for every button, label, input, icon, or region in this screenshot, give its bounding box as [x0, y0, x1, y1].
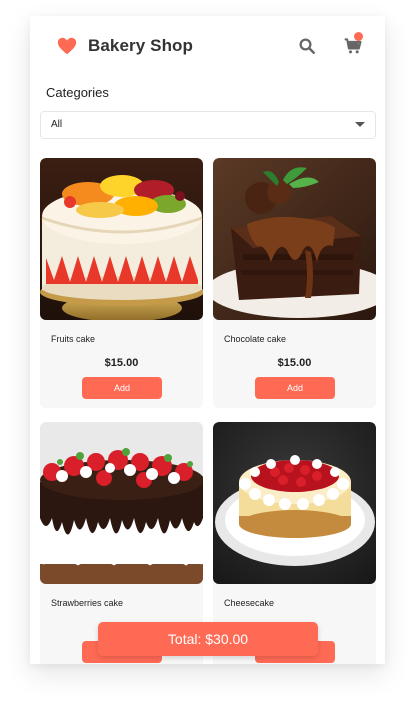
product-name: Cheesecake — [224, 598, 275, 608]
chevron-down-icon — [355, 122, 365, 127]
app-screen: Bakery Shop Categories All Fruits cake $… — [30, 16, 385, 664]
add-to-cart-button[interactable]: Add — [255, 377, 335, 399]
heart-logo-icon — [57, 37, 77, 55]
product-image-chocolate-cake[interactable] — [213, 158, 376, 320]
product-price: $15.00 — [104, 357, 139, 369]
cart-badge-dot — [354, 32, 363, 41]
product-card-fruits-cake: Fruits cake $15.00 Add — [40, 158, 203, 408]
product-name: Fruits cake — [51, 334, 96, 344]
product-image-strawberries-cake[interactable] — [40, 422, 203, 584]
cart-total-button[interactable]: Total: $30.00 — [98, 622, 318, 656]
product-name: Strawberries cake — [51, 598, 124, 608]
app-header: Bakery Shop — [30, 16, 385, 76]
product-card-chocolate-cake: Chocolate cake $15.00 Add — [213, 158, 376, 408]
product-image-cheesecake[interactable] — [213, 422, 376, 584]
add-to-cart-button[interactable]: Add — [82, 377, 162, 399]
product-name: Chocolate cake — [224, 334, 287, 344]
app-title: Bakery Shop — [88, 36, 194, 55]
category-selected-value: All — [51, 119, 63, 130]
category-dropdown[interactable]: All — [40, 111, 376, 139]
product-image-fruits-cake[interactable] — [40, 158, 203, 320]
search-icon[interactable] — [298, 37, 316, 55]
product-price: $15.00 — [277, 357, 312, 369]
categories-label: Categories — [46, 85, 109, 100]
